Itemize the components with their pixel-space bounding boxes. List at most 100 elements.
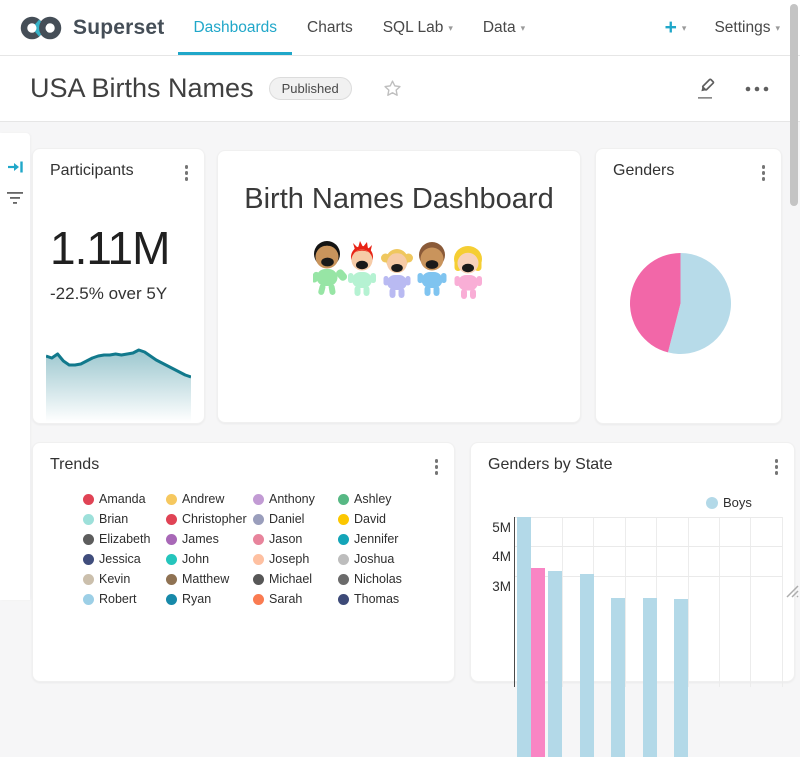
legend-dot	[706, 497, 718, 509]
bar-boys[interactable]	[517, 517, 531, 757]
legend-item[interactable]: Elizabeth	[83, 529, 166, 549]
legend-label: Andrew	[182, 492, 224, 506]
legend-dot	[166, 514, 177, 525]
scrollbar-thumb[interactable]	[790, 4, 798, 206]
legend-item[interactable]: Ashley	[338, 489, 446, 509]
legend-item[interactable]: John	[166, 549, 253, 569]
legend-item[interactable]: Christopher	[166, 509, 253, 529]
dashboard-grid: Participants 1.11M -22.5% over 5Y Birth …	[0, 122, 800, 600]
card-markdown-header: Birth Names Dashboard	[217, 150, 581, 423]
bar-boys[interactable]	[548, 571, 562, 757]
bar-boys[interactable]	[611, 598, 625, 757]
legend-label: Boys	[723, 495, 752, 510]
legend-item[interactable]: Nicholas	[338, 569, 446, 589]
chart-title: Genders by State	[488, 456, 613, 474]
toddlers-illustration	[313, 239, 485, 301]
legend-item[interactable]: Jessica	[83, 549, 166, 569]
legend-item[interactable]: Joseph	[253, 549, 338, 569]
chart-options-icon[interactable]	[771, 456, 783, 478]
gridline-vertical	[782, 517, 783, 687]
new-button[interactable]: + ▾	[665, 16, 687, 40]
chart-options-icon[interactable]	[431, 456, 443, 478]
legend-item[interactable]: David	[338, 509, 446, 529]
legend-item[interactable]: Joshua	[338, 549, 446, 569]
legend-dot	[83, 514, 94, 525]
settings-menu[interactable]: Settings ▾	[714, 19, 780, 37]
plus-icon: +	[665, 16, 677, 40]
more-menu-icon[interactable]	[744, 85, 770, 93]
legend-item[interactable]: Daniel	[253, 509, 338, 529]
favorite-star-icon[interactable]	[382, 78, 403, 99]
legend-item[interactable]: Jason	[253, 529, 338, 549]
page-title: USA Births Names	[30, 73, 254, 104]
legend-item[interactable]: Thomas	[338, 589, 446, 609]
nav-item[interactable]: SQL Lab ▾	[368, 0, 468, 55]
filter-icon[interactable]	[0, 185, 30, 209]
legend-label: Elizabeth	[99, 532, 150, 546]
legend-dot	[253, 514, 264, 525]
nav-item[interactable]: Data ▾	[468, 0, 540, 55]
scrollbar	[788, 0, 800, 600]
legend-item[interactable]: Andrew	[166, 489, 253, 509]
y-axis-tick-label: 3M	[488, 579, 511, 594]
bar-girls[interactable]	[531, 568, 545, 757]
legend-label: Matthew	[182, 572, 229, 586]
legend-dot	[253, 594, 264, 605]
card-trends: Trends Amanda Andrew Anthony	[32, 442, 455, 682]
chart-title: Participants	[50, 162, 134, 180]
edit-pencil-icon[interactable]	[696, 77, 718, 101]
gbs-legend[interactable]: Boys	[706, 495, 752, 510]
filter-bar-collapsed	[0, 133, 30, 600]
legend-label: Thomas	[354, 592, 399, 606]
chart-options-icon[interactable]	[758, 162, 770, 184]
legend-label: Kevin	[99, 572, 130, 586]
legend-label: Amanda	[99, 492, 146, 506]
legend-dot	[253, 554, 264, 565]
bar-boys[interactable]	[580, 574, 594, 757]
legend-dot	[166, 574, 177, 585]
legend-item[interactable]: Amanda	[83, 489, 166, 509]
legend-item[interactable]: James	[166, 529, 253, 549]
chart-options-icon[interactable]	[181, 162, 193, 184]
legend-item[interactable]: Brian	[83, 509, 166, 529]
nav-menu: Dashboards Charts SQL Lab ▾ Data ▾	[178, 0, 540, 55]
superset-logo[interactable]	[18, 13, 64, 43]
gridline-vertical	[719, 517, 720, 687]
bar-boys[interactable]	[674, 599, 688, 757]
card-genders-by-state: Genders by State Boys 5M4M3M	[470, 442, 795, 682]
legend-dot	[166, 534, 177, 545]
top-nav: Superset Dashboards Charts SQL Lab ▾ Dat…	[0, 0, 800, 56]
legend-dot	[83, 574, 94, 585]
bar-boys[interactable]	[643, 598, 657, 757]
legend-label: Nicholas	[354, 572, 402, 586]
published-badge[interactable]: Published	[269, 77, 352, 100]
legend-item[interactable]: Jennifer	[338, 529, 446, 549]
chevron-down-icon: ▾	[448, 23, 453, 34]
nav-item-label: Data	[483, 19, 516, 37]
big-number: 1.11M	[50, 225, 169, 271]
nav-item[interactable]: Dashboards	[178, 0, 292, 55]
legend-dot	[338, 594, 349, 605]
legend-item[interactable]: Matthew	[166, 569, 253, 589]
gridline-horizontal	[515, 546, 782, 547]
legend-label: Joshua	[354, 552, 394, 566]
legend-item[interactable]: Ryan	[166, 589, 253, 609]
chart-title: Trends	[50, 456, 99, 474]
genders-pie	[630, 253, 731, 354]
expand-filter-bar-icon[interactable]	[0, 155, 30, 179]
legend-label: Daniel	[269, 512, 304, 526]
legend-label: Michael	[269, 572, 312, 586]
brand-name[interactable]: Superset	[73, 16, 164, 40]
legend-dot	[166, 594, 177, 605]
y-axis-tick-label: 4M	[488, 549, 511, 564]
legend-item[interactable]: Kevin	[83, 569, 166, 589]
legend-label: Christopher	[182, 512, 247, 526]
legend-item[interactable]: Sarah	[253, 589, 338, 609]
legend-item[interactable]: Robert	[83, 589, 166, 609]
legend-dot	[253, 534, 264, 545]
legend-item[interactable]: Anthony	[253, 489, 338, 509]
gridline-horizontal	[515, 517, 782, 518]
legend-item[interactable]: Michael	[253, 569, 338, 589]
nav-item[interactable]: Charts	[292, 0, 368, 55]
legend-dot	[338, 534, 349, 545]
